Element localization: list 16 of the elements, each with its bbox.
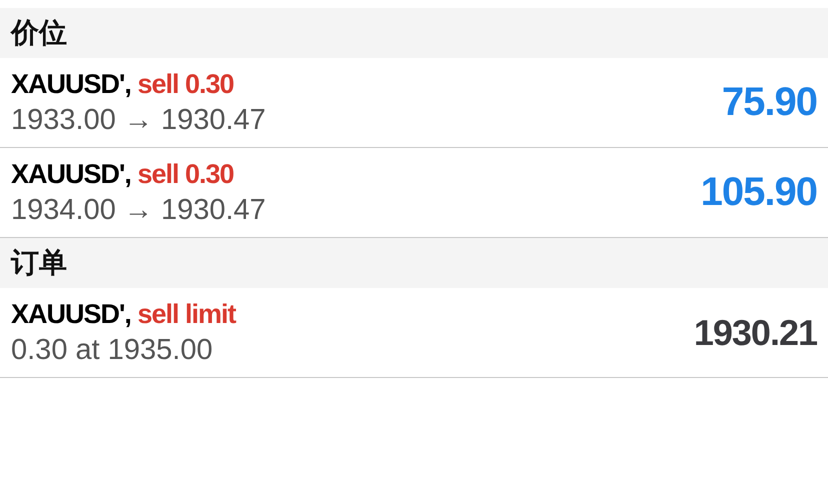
action-label: sell 0.30 (137, 158, 234, 188)
profit-value: 75.90 (722, 80, 817, 125)
price-detail: 1934.00 → 1930.47 (11, 194, 266, 226)
action-label: sell 0.30 (137, 68, 234, 98)
symbol-label: XAUUSD', (11, 68, 131, 98)
price-detail: 0.30 at 1935.00 (11, 334, 214, 366)
price-detail: 1933.00 → 1930.47 (11, 104, 266, 136)
price-value: 1930.21 (694, 312, 817, 354)
section-header: 价位 (0, 8, 828, 58)
symbol-label: XAUUSD', (11, 158, 131, 188)
profit-value: 105.90 (700, 170, 817, 215)
symbol-label: XAUUSD', (11, 298, 131, 328)
section-header: 订单 (0, 238, 828, 288)
action-label: sell limit (137, 298, 236, 328)
trade-row[interactable]: XAUUSD', sell 0.30 1933.00 → 1930.47 75.90 (0, 58, 828, 148)
trade-row[interactable]: XAUUSD', sell limit 0.30 at 1935.00 1930.21 (0, 288, 828, 378)
